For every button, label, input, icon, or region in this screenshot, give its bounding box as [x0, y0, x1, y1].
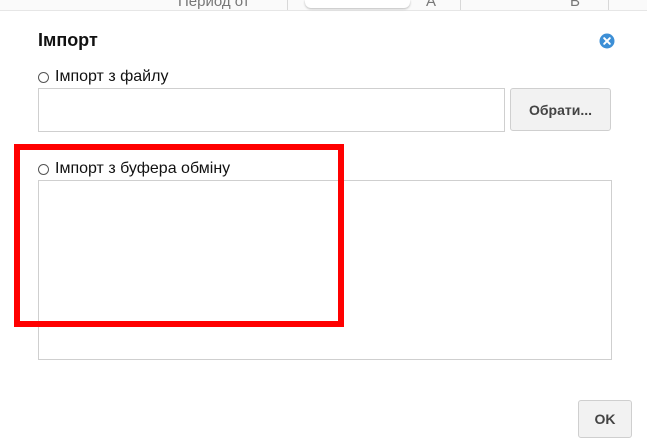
import-from-file-label: Імпорт з файлу — [55, 68, 169, 85]
background-divider — [608, 0, 609, 10]
file-path-input[interactable] — [38, 88, 505, 132]
ok-button[interactable]: OK — [578, 400, 632, 438]
import-from-file-option[interactable]: Імпорт з файлу — [38, 68, 168, 86]
background-table-cell: Период от — [178, 0, 250, 10]
background-table-cell: А — [426, 0, 437, 10]
import-from-clipboard-label: Імпорт з буфера обміну — [55, 160, 231, 177]
background-table-strip: Период от А В — [0, 0, 647, 11]
browse-button[interactable]: Обрати... — [510, 88, 611, 131]
background-tab — [305, 0, 410, 8]
import-dialog: Период от А В Імпорт Імпорт з файлу Обра… — [0, 0, 647, 448]
background-divider — [460, 0, 461, 10]
dialog-title: Імпорт — [38, 30, 98, 50]
background-table-cell: В — [570, 0, 581, 10]
ok-button-label: OK — [594, 411, 616, 427]
radio-button-icon[interactable] — [38, 163, 49, 175]
import-from-clipboard-option[interactable]: Імпорт з буфера обміну — [38, 160, 230, 178]
clipboard-textarea[interactable] — [38, 180, 612, 360]
background-divider — [287, 0, 288, 10]
radio-button-icon[interactable] — [38, 71, 49, 83]
close-icon[interactable] — [599, 33, 615, 49]
browse-button-label: Обрати... — [528, 101, 592, 118]
